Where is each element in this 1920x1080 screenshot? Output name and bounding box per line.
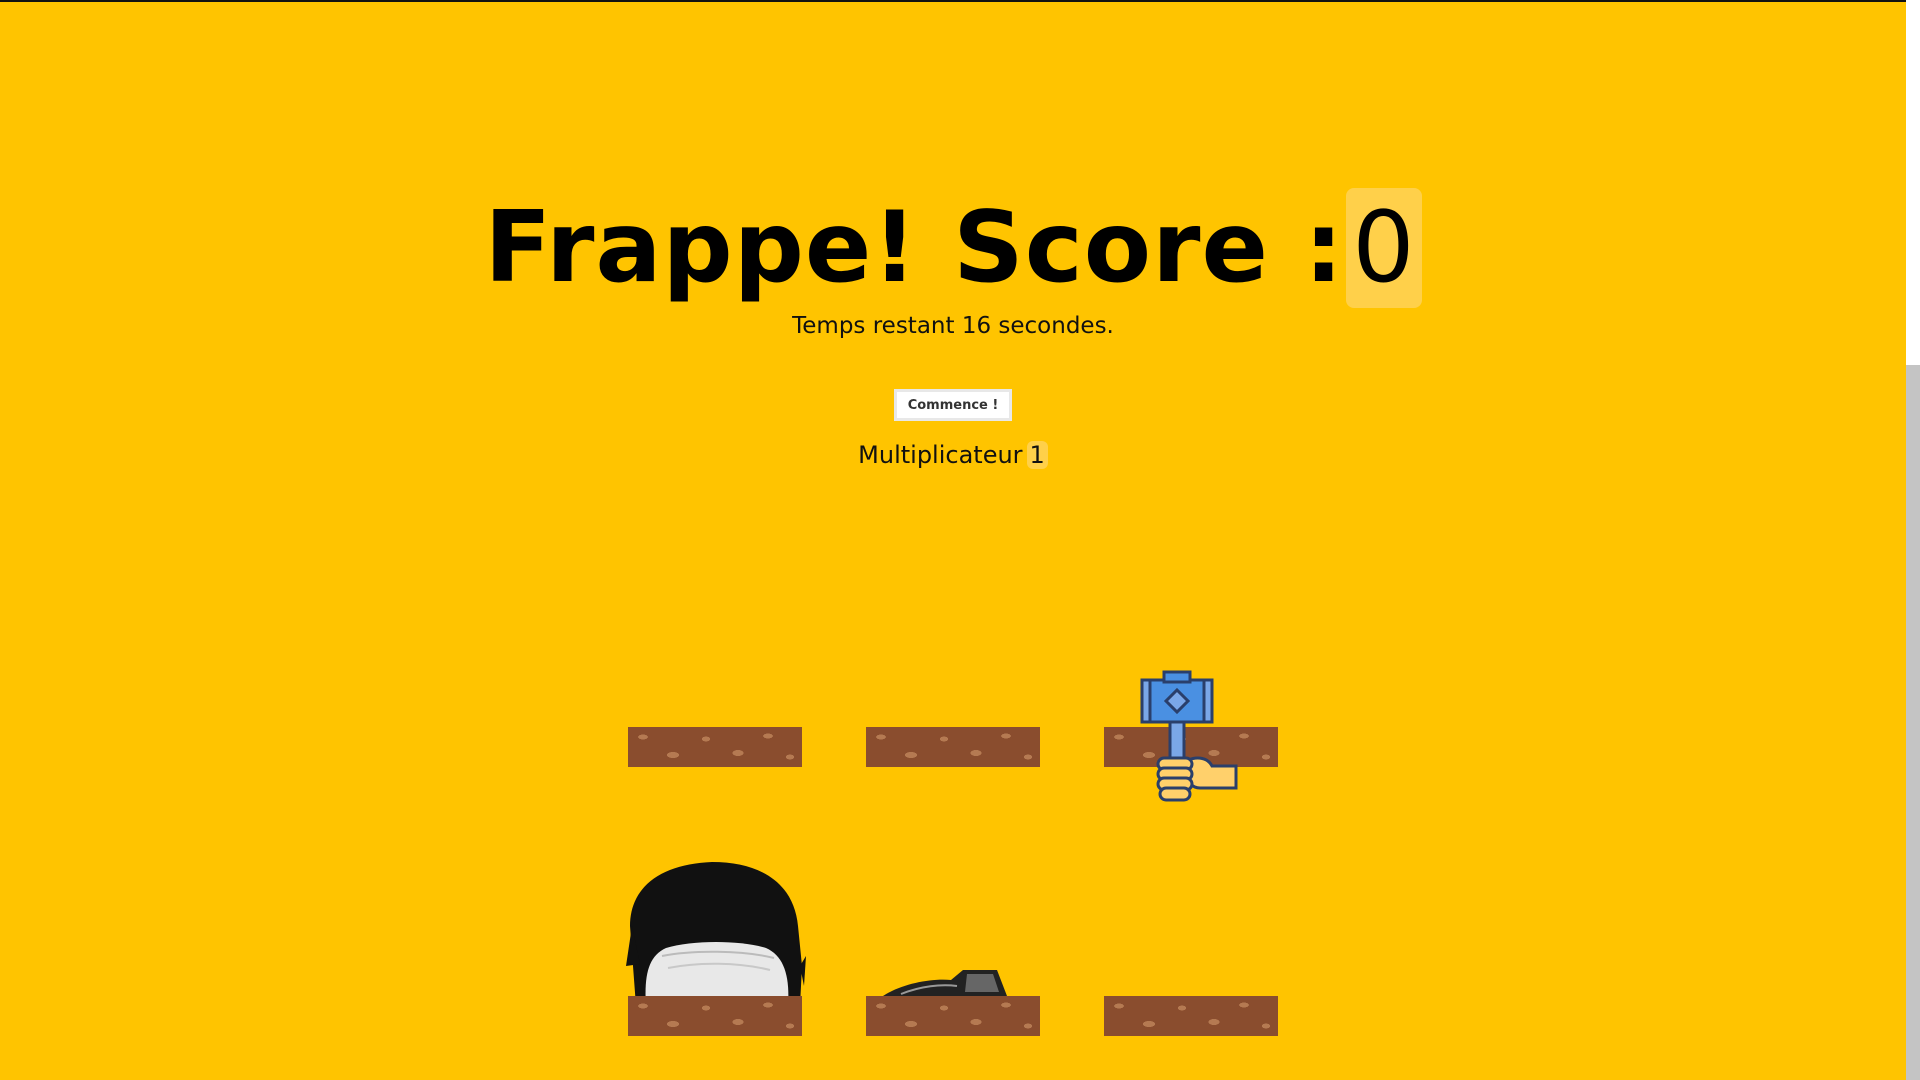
hammer-hand-icon (1140, 670, 1238, 802)
scrollbar-thumb[interactable] (1906, 365, 1920, 1080)
score-value: 0 (1346, 188, 1422, 308)
dirt-mound (628, 996, 802, 1036)
multiplier-display: Multiplicateur 1 (0, 441, 1906, 469)
hole-2-1[interactable] (626, 736, 806, 1036)
mole-head-icon[interactable] (622, 856, 808, 1006)
hole-2-2[interactable] (866, 736, 1040, 1036)
dirt-mound (866, 996, 1040, 1036)
hole-1-1[interactable] (628, 467, 802, 767)
multiplier-label: Multiplicateur (858, 441, 1023, 469)
game-page: Frappe! Score :0 Temps restant 16 second… (0, 0, 1920, 1080)
title-score-heading: Frappe! Score :0 (0, 188, 1906, 308)
start-button[interactable]: Commence ! (894, 389, 1012, 421)
window-top-border (0, 0, 1906, 2)
multiplier-value: 1 (1026, 441, 1048, 469)
time-remaining: Temps restant 16 secondes. (792, 313, 1114, 339)
dirt-mound (1104, 996, 1278, 1036)
peeking-head-icon[interactable] (881, 968, 1011, 998)
dirt-mound (628, 727, 802, 767)
hole-1-2[interactable] (866, 467, 1040, 767)
title-text: Frappe! Score : (484, 191, 1345, 305)
dirt-mound (866, 727, 1040, 767)
